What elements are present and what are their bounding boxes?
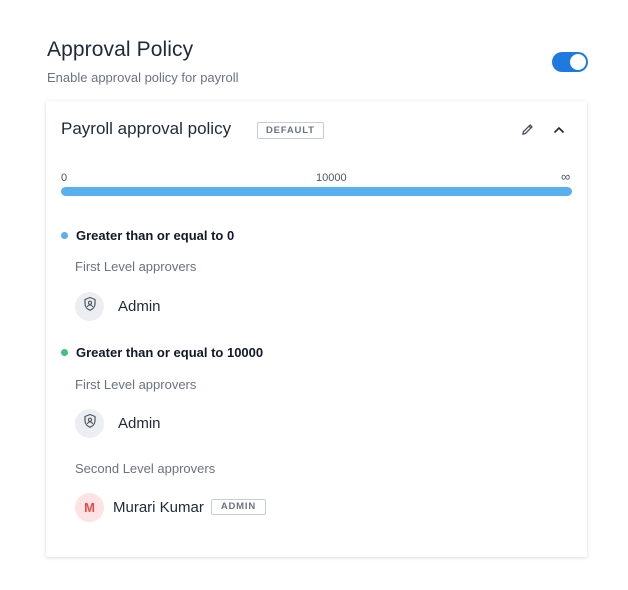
tier-condition: Greater than or equal to 10000 (61, 343, 263, 361)
page-title: Approval Policy (47, 38, 194, 61)
tier-dot (61, 231, 68, 239)
policy-card: Payroll approval policy DEFAULT 0 10000 … (46, 101, 587, 557)
tier-condition-text: Greater than or equal to 0 (76, 227, 235, 243)
range-start-label: 0 (61, 172, 68, 184)
chevron-up-icon (552, 123, 566, 142)
approver-name: Admin (118, 414, 161, 432)
role-badge: ADMIN (210, 499, 266, 515)
avatar: M (75, 492, 104, 522)
tier-condition: Greater than or equal to 0 (61, 226, 234, 244)
tier-dot (61, 348, 68, 356)
toggle-knob (570, 54, 586, 70)
tier-condition-text: Greater than or equal to 10000 (76, 344, 264, 360)
avatar (75, 408, 104, 438)
level-label: First Level approvers (75, 377, 197, 392)
approval-policy-toggle[interactable] (552, 52, 588, 72)
collapse-policy-button[interactable] (549, 122, 569, 142)
range-mid-label: 10000 (316, 172, 347, 184)
pencil-icon (520, 122, 535, 142)
approver-item: Admin (75, 408, 161, 438)
level-label: Second Level approvers (75, 461, 216, 476)
role-shield-icon (82, 296, 98, 317)
level-label: First Level approvers (75, 259, 197, 274)
approver-name: Admin (118, 297, 161, 315)
avatar (75, 291, 104, 321)
policy-name: Payroll approval policy (61, 119, 232, 138)
approver-item: M Murari Kumar ADMIN (75, 492, 266, 522)
page-subtitle: Enable approval policy for payroll (47, 70, 239, 85)
range-end-label: ∞ (561, 169, 571, 184)
approval-policy-page: Approval Policy Enable approval policy f… (0, 0, 628, 590)
approver-name: Murari Kumar (113, 498, 204, 516)
edit-policy-button[interactable] (517, 122, 537, 142)
role-shield-icon (82, 413, 98, 434)
range-bar (61, 187, 572, 196)
approver-item: Admin (75, 291, 161, 321)
default-badge: DEFAULT (257, 122, 324, 139)
